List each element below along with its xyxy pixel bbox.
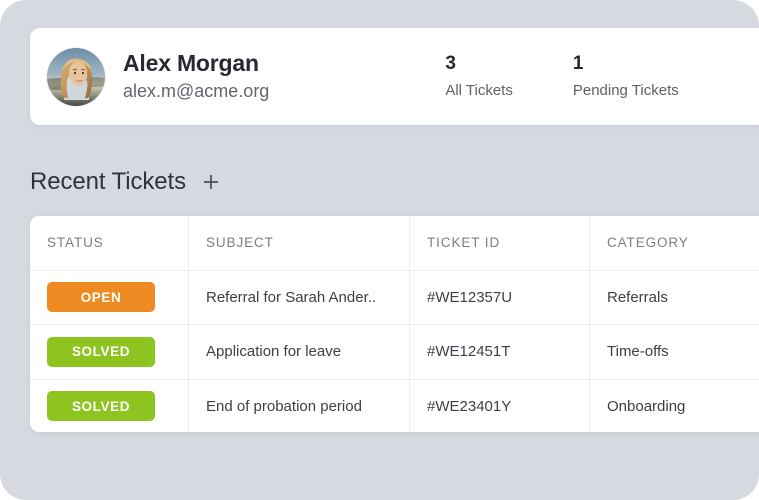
table-row[interactable]: SOLVED End of probation period #WE23401Y… <box>30 379 759 433</box>
user-name: Alex Morgan <box>123 50 259 77</box>
recent-tickets-heading: Recent Tickets <box>30 168 222 196</box>
table-header-row: STATUS SUBJECT TICKET ID CATEGORY <box>30 216 759 271</box>
stat-pending-tickets[interactable]: 1 Pending Tickets <box>572 53 679 99</box>
cell-subject: End of probation period <box>189 379 410 432</box>
cell-status: OPEN <box>30 270 189 324</box>
recent-tickets-table: STATUS SUBJECT TICKET ID CATEGORY OPEN R… <box>30 216 759 432</box>
cell-category-text: Onboarding <box>607 397 686 415</box>
cell-ticket-id: #WE12357U <box>410 270 590 324</box>
cell-category-text: Referrals <box>607 288 668 306</box>
cell-ticket-id-text: #WE12451T <box>427 343 511 361</box>
avatar[interactable] <box>47 47 105 106</box>
cell-subject: Referral for Sarah Ander.. <box>189 270 410 324</box>
cell-category: Onboarding <box>590 380 759 433</box>
app-frame: Alex Morgan alex.m@acme.org 3 All Ticket… <box>0 0 759 500</box>
user-identity: Alex Morgan alex.m@acme.org <box>123 50 269 102</box>
column-header-status-label: STATUS <box>47 235 104 251</box>
profile-header-card: Alex Morgan alex.m@acme.org 3 All Ticket… <box>30 28 759 125</box>
column-header-status[interactable]: STATUS <box>30 216 189 270</box>
cell-category-text: Time-offs <box>607 343 669 361</box>
table-row[interactable]: OPEN Referral for Sarah Ander.. #WE12357… <box>30 270 759 325</box>
cell-ticket-id-text: #WE23401Y <box>427 397 512 415</box>
column-header-ticket-id-label: TICKET ID <box>427 235 501 251</box>
column-header-category[interactable]: CATEGORY <box>590 216 759 270</box>
column-header-ticket-id[interactable]: TICKET ID <box>410 216 590 270</box>
cell-subject-text: End of probation period <box>206 397 362 415</box>
status-badge[interactable]: OPEN <box>47 282 155 313</box>
cell-status: SOLVED <box>30 325 189 379</box>
cell-ticket-id: #WE23401Y <box>410 379 590 432</box>
status-badge[interactable]: SOLVED <box>47 391 155 422</box>
column-header-subject-label: SUBJECT <box>206 235 274 251</box>
cell-category: Time-offs <box>590 325 759 379</box>
cell-ticket-id: #WE12451T <box>410 325 590 379</box>
cell-subject-text: Application for leave <box>206 343 342 361</box>
table-row[interactable]: SOLVED Application for leave #WE12451T T… <box>30 325 759 380</box>
stat-pending-tickets-value: 1 <box>572 53 584 75</box>
add-ticket-button[interactable] <box>200 171 222 193</box>
stat-all-tickets-value: 3 <box>445 53 456 75</box>
cell-ticket-id-text: #WE12357U <box>427 288 513 306</box>
cell-category: Referrals <box>590 271 759 325</box>
page-title: Recent Tickets <box>30 168 186 195</box>
avatar-photo <box>47 47 105 106</box>
status-badge[interactable]: SOLVED <box>47 336 155 367</box>
stat-pending-tickets-label: Pending Tickets <box>572 81 679 99</box>
column-header-subject[interactable]: SUBJECT <box>189 216 410 270</box>
stat-all-tickets[interactable]: 3 All Tickets <box>445 53 513 99</box>
cell-subject-text: Referral for Sarah Ander.. <box>206 288 377 306</box>
cell-status: SOLVED <box>30 379 189 432</box>
column-header-category-label: CATEGORY <box>607 235 689 251</box>
cell-subject: Application for leave <box>189 325 410 379</box>
plus-icon <box>204 175 218 189</box>
ticket-stats: 3 All Tickets 1 Pending Tickets <box>445 53 679 99</box>
user-email: alex.m@acme.org <box>123 80 270 101</box>
stat-all-tickets-label: All Tickets <box>445 81 513 99</box>
